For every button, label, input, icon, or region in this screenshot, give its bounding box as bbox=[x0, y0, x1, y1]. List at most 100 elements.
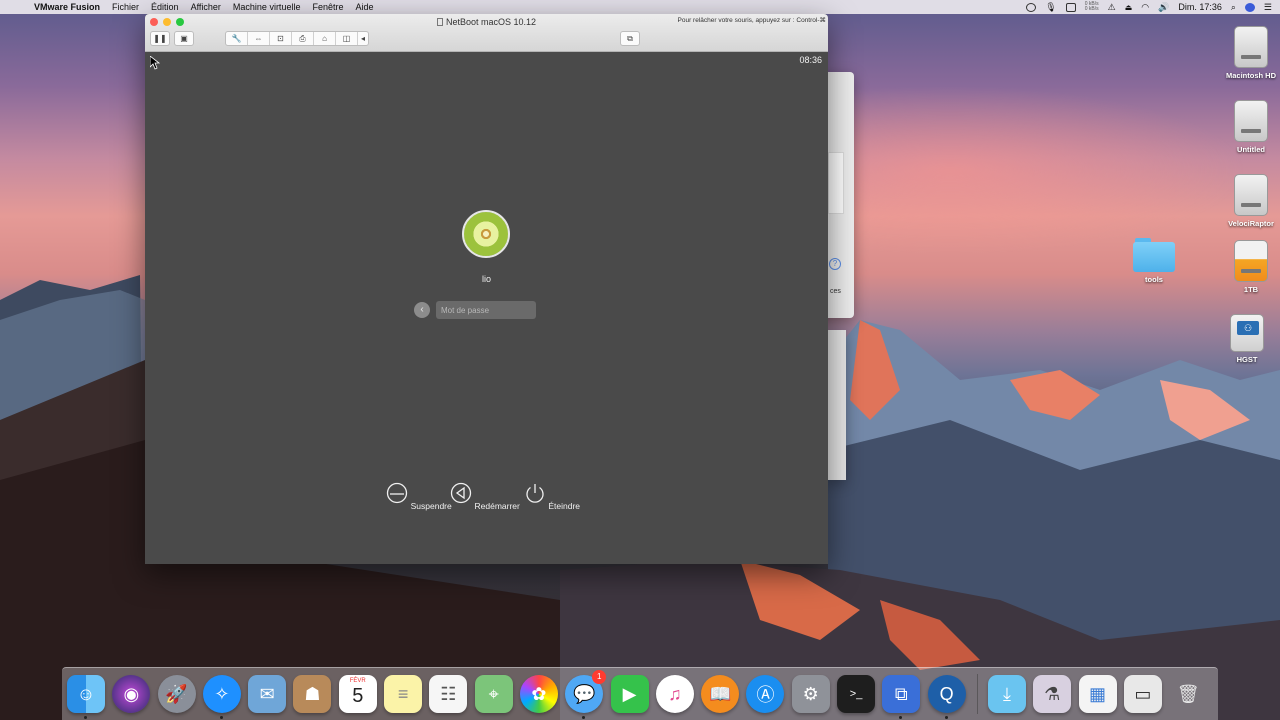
background-window-2[interactable] bbox=[826, 330, 846, 480]
network-arrows-icon[interactable]: ⇔ bbox=[248, 32, 270, 45]
guest-login-screen[interactable]: 08:36 lio ‹ Suspendre Redémarrer Éteindr… bbox=[145, 52, 828, 564]
notification-center-icon[interactable]: ☰ bbox=[1264, 2, 1272, 13]
restart-icon bbox=[450, 482, 472, 504]
record-icon[interactable] bbox=[1026, 2, 1037, 12]
desktop-icon-untitled[interactable]: Untitled bbox=[1215, 100, 1280, 154]
shutdown-button[interactable]: Éteindre bbox=[512, 482, 592, 511]
facetime-icon[interactable]: ▶ bbox=[610, 675, 649, 713]
copy-icon[interactable] bbox=[1065, 2, 1076, 12]
desktop-icon-1tb[interactable]: 1TB bbox=[1215, 240, 1280, 294]
app-store-icon[interactable]: Ⓐ bbox=[746, 675, 785, 713]
password-field[interactable] bbox=[436, 301, 536, 319]
toolbar-group-snapshot: ▣ bbox=[174, 31, 194, 46]
hard-disk-icon bbox=[1234, 26, 1268, 68]
settings-wrench-icon[interactable]: 🔧 bbox=[226, 32, 248, 45]
eject-icon[interactable]: ⏏ bbox=[1125, 3, 1133, 12]
external-disk-icon bbox=[1234, 240, 1268, 282]
menu-window[interactable]: Fenêtre bbox=[312, 2, 343, 12]
network-speed[interactable]: 0 kB/s 0 kB/s bbox=[1085, 2, 1099, 12]
desktop-icon-hgst[interactable]: ⚇ HGST bbox=[1211, 314, 1280, 364]
terminal-icon[interactable]: >_ bbox=[837, 675, 876, 713]
dock: ☺ ◉ 🚀 ✧ ✉ ☗ FÉVR 5 ≡ ☷ ⌖ ✿ 💬 1 ▶ ♫ 📖 Ⓐ ⚙ … bbox=[62, 667, 1218, 720]
siri-icon[interactable] bbox=[1244, 2, 1255, 12]
guest-clock: 08:36 bbox=[799, 55, 822, 65]
printer-icon[interactable]: ⎙ bbox=[292, 32, 314, 45]
mouse-release-hint: Pour relâcher votre souris, appuyez sur … bbox=[677, 17, 826, 24]
unity-view-icon[interactable]: ⧉ bbox=[621, 32, 639, 45]
shutdown-label: Éteindre bbox=[548, 501, 581, 511]
wifi-icon[interactable]: ◠ bbox=[1141, 2, 1149, 13]
warning-icon[interactable]: ⚠ bbox=[1108, 2, 1116, 13]
system-preferences-icon[interactable]: ⚙ bbox=[791, 675, 830, 713]
window-manager-icon[interactable]: ▭ bbox=[1123, 675, 1162, 713]
calendar-day: 5 bbox=[352, 685, 364, 707]
desktop-icon-velociraptor[interactable]: VelociRaptor bbox=[1215, 174, 1280, 228]
pause-button[interactable]: ❚❚ bbox=[151, 32, 169, 45]
vmware-fusion-icon[interactable]: ⧉ bbox=[882, 675, 921, 719]
dock-separator bbox=[976, 674, 978, 714]
menu-view[interactable]: Afficher bbox=[191, 2, 221, 12]
user-avatar[interactable] bbox=[462, 210, 510, 258]
spotlight-search-icon[interactable]: ⌕ bbox=[1231, 2, 1236, 13]
camera-icon[interactable]: ◫ bbox=[336, 32, 358, 45]
toolbar-group-run: ❚❚ bbox=[150, 31, 170, 46]
safari-icon[interactable]: ✧ bbox=[202, 675, 241, 719]
vm-title-bar[interactable]: NetBoot macOS 10.12 Pour relâcher votre … bbox=[145, 14, 828, 52]
volume-icon[interactable]: 🔊 bbox=[1158, 2, 1169, 13]
user-name: lio bbox=[481, 274, 491, 284]
document-icon bbox=[436, 18, 443, 26]
downloads-folder-icon[interactable]: ⤓ bbox=[987, 675, 1026, 713]
maps-icon[interactable]: ⌖ bbox=[474, 675, 513, 713]
desktop-icon-tools[interactable]: tools bbox=[1118, 238, 1190, 284]
menubar-clock[interactable]: Dim. 17:36 bbox=[1178, 2, 1222, 12]
siri-icon[interactable]: ◉ bbox=[112, 675, 151, 713]
back-arrow-button[interactable]: ‹ bbox=[414, 302, 430, 318]
calendar-icon[interactable]: FÉVR 5 bbox=[338, 675, 377, 713]
menu-file[interactable]: Fichier bbox=[112, 2, 139, 12]
toolbar-group-view: ⧉ bbox=[620, 31, 640, 46]
menu-bar: VMware Fusion Fichier Édition Afficher M… bbox=[0, 0, 1280, 14]
menu-edit[interactable]: Édition bbox=[151, 2, 179, 12]
menu-virtual-machine[interactable]: Machine virtuelle bbox=[233, 2, 301, 12]
messages-icon[interactable]: 💬 1 bbox=[565, 670, 607, 719]
desktop-icon-label: VelociRaptor bbox=[1228, 219, 1274, 228]
window-title-text: NetBoot macOS 10.12 bbox=[445, 17, 537, 27]
notes-icon[interactable]: ≡ bbox=[384, 675, 423, 713]
disk-icon[interactable]: ⊡ bbox=[270, 32, 292, 45]
desktop-icon-label: tools bbox=[1145, 275, 1163, 284]
menu-app-name[interactable]: VMware Fusion bbox=[34, 2, 100, 12]
launchpad-icon[interactable]: 🚀 bbox=[157, 675, 196, 713]
photos-icon[interactable]: ✿ bbox=[519, 675, 558, 713]
usb-icon[interactable]: ⌂ bbox=[314, 32, 336, 45]
background-window-label: ces bbox=[830, 288, 841, 295]
itunes-icon[interactable]: ♫ bbox=[655, 675, 694, 713]
vm-window: NetBoot macOS 10.12 Pour relâcher votre … bbox=[145, 14, 828, 564]
help-icon[interactable]: ? bbox=[829, 258, 841, 270]
microphone-icon[interactable]: 🎙 bbox=[1045, 2, 1056, 13]
calendar-month: FÉVR bbox=[349, 678, 366, 684]
ibooks-icon[interactable]: 📖 bbox=[701, 675, 740, 713]
toolbar-chevron-left-icon[interactable]: ◂ bbox=[358, 32, 368, 45]
hard-disk-icon bbox=[1234, 100, 1268, 142]
messages-badge: 1 bbox=[592, 670, 607, 684]
power-icon bbox=[526, 484, 544, 503]
mail-icon[interactable]: ✉ bbox=[248, 675, 287, 713]
contacts-icon[interactable]: ☗ bbox=[293, 675, 332, 713]
menu-help[interactable]: Aide bbox=[355, 2, 373, 12]
desktop-icon-macintosh-hd[interactable]: Macintosh HD bbox=[1215, 26, 1280, 80]
network-disk-icon: ⚇ bbox=[1230, 314, 1264, 352]
finder-icon[interactable]: ☺ bbox=[67, 675, 105, 719]
sleep-icon bbox=[387, 482, 408, 504]
background-window-panel bbox=[828, 152, 844, 214]
screenshot-grid-icon[interactable]: ▦ bbox=[1078, 675, 1117, 713]
toolbar-group-tools: 🔧 ⇔ ⊡ ⎙ ⌂ ◫ ◂ bbox=[225, 31, 369, 46]
folder-icon bbox=[1133, 238, 1175, 272]
trash-icon[interactable]: 🗑 bbox=[1169, 675, 1207, 713]
reminders-icon[interactable]: ☷ bbox=[429, 675, 468, 713]
snapshot-button[interactable]: ▣ bbox=[175, 32, 193, 45]
mouse-cursor-icon bbox=[150, 56, 160, 70]
quicktime-icon[interactable]: Q bbox=[927, 675, 966, 719]
desktop-icon-label: Macintosh HD bbox=[1225, 71, 1276, 80]
preview-icon[interactable]: ⚗ bbox=[1033, 675, 1072, 713]
desktop-icon-label: 1TB bbox=[1243, 285, 1259, 294]
